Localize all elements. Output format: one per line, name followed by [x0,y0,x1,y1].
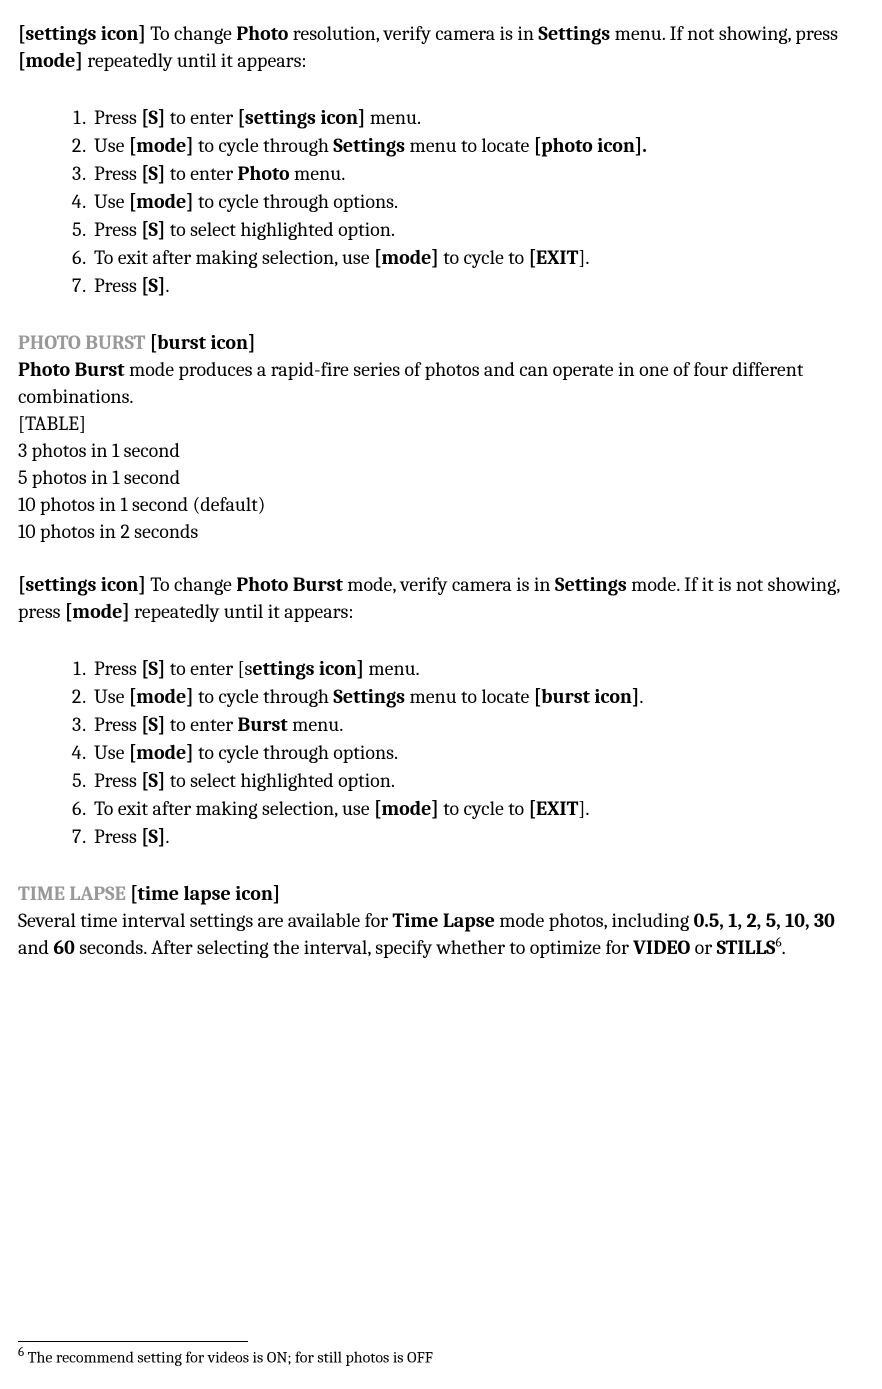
time-lapse-intro: Several time interval settings are avail… [18,907,864,961]
time-lapse-heading: TIME LAPSE [time lapse icon] [18,880,864,907]
footnote-text: The recommend setting for videos is ON; … [24,1348,433,1366]
table-label: [TABLE] [18,410,864,437]
photo-burst-intro: Photo Burst mode produces a rapid-fire s… [18,356,864,410]
table-row: 10 photos in 1 second (default) [18,491,864,518]
photo-resolution-intro: [settings icon] To change Photo resoluti… [18,20,864,74]
table-row: 3 photos in 1 second [18,437,864,464]
step-6: To exit after making selection, use [mod… [90,795,864,822]
table-row: 10 photos in 2 seconds [18,518,864,545]
step-4: Use [mode] to cycle through options. [90,739,864,766]
settings-icon-label: [settings icon] [18,573,146,596]
step-2: Use [mode] to cycle through Settings men… [90,683,864,710]
step-3: Press [S] to enter Burst menu. [90,711,864,738]
time-lapse-title: TIME LAPSE [18,882,126,905]
photo-burst-steps: Press [S] to enter [settings icon] menu.… [90,655,864,850]
photo-burst-instructions-intro: [settings icon] To change Photo Burst mo… [18,571,864,625]
step-3: Press [S] to enter Photo menu. [90,160,864,187]
step-4: Use [mode] to cycle through options. [90,188,864,215]
burst-icon-label: [burst icon] [145,331,255,354]
step-1: Press [S] to enter [settings icon] menu. [90,104,864,131]
photo-burst-title: PHOTO BURST [18,331,145,354]
step-7: Press [S]. [90,823,864,850]
table-row: 5 photos in 1 second [18,464,864,491]
footnote-separator [18,1341,248,1342]
step-2: Use [mode] to cycle through Settings men… [90,132,864,159]
step-1: Press [S] to enter [settings icon] menu. [90,655,864,682]
footnote: 6 The recommend setting for videos is ON… [18,1344,864,1369]
step-5: Press [S] to select highlighted option. [90,767,864,794]
step-7: Press [S]. [90,272,864,299]
photo-resolution-steps: Press [S] to enter [settings icon] menu.… [90,104,864,299]
photo-burst-heading: PHOTO BURST [burst icon] [18,329,864,356]
time-lapse-icon-label: [time lapse icon] [126,882,281,905]
step-6: To exit after making selection, use [mod… [90,244,864,271]
settings-icon-label: [settings icon] [18,22,146,45]
step-5: Press [S] to select highlighted option. [90,216,864,243]
